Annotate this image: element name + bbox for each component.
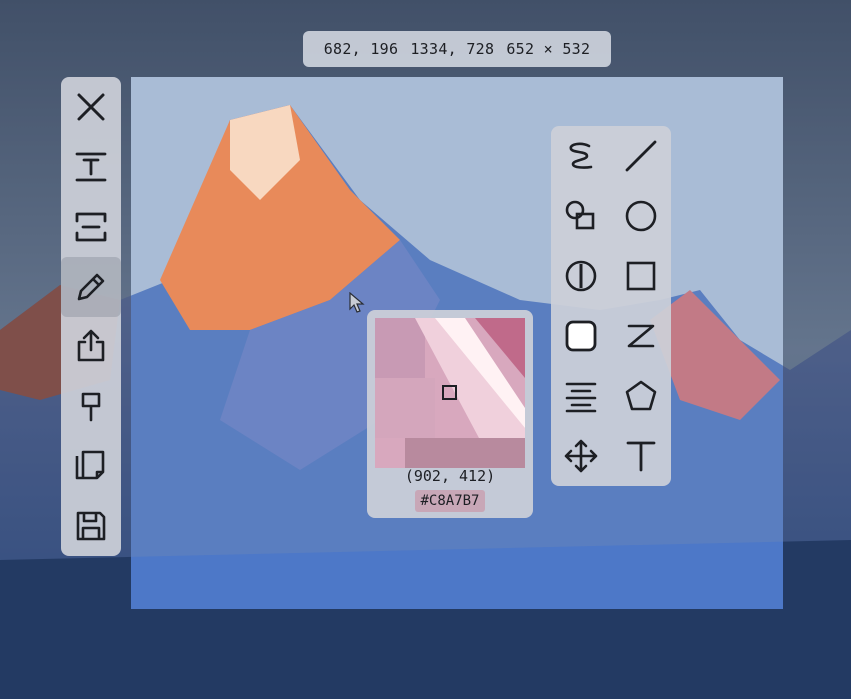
shapes-panel xyxy=(551,126,671,486)
text-tool[interactable] xyxy=(611,426,671,486)
filled-rectangle-tool[interactable] xyxy=(551,306,611,366)
pen-button[interactable] xyxy=(61,256,121,317)
text-align-icon xyxy=(565,382,597,413)
filled-rectangle-icon xyxy=(565,320,597,352)
pin-button[interactable] xyxy=(61,376,121,436)
text-icon xyxy=(626,441,656,472)
selection-info-bar: 682, 196 1334, 728 652 × 532 xyxy=(303,31,611,67)
shapes-icon xyxy=(565,200,595,230)
pixel-hex-color[interactable]: #C8A7B7 xyxy=(415,490,485,512)
save-button[interactable] xyxy=(61,496,121,556)
shapes-tool[interactable] xyxy=(551,186,611,246)
text-align-tool[interactable] xyxy=(551,366,611,426)
text-height-button[interactable] xyxy=(61,137,121,197)
pixel-coordinate: (902, 412) xyxy=(404,467,496,485)
highlight-icon xyxy=(565,260,597,292)
polygon-tool[interactable] xyxy=(611,366,671,426)
copy-button[interactable] xyxy=(61,436,121,496)
share-button[interactable] xyxy=(61,317,121,377)
line-tool[interactable] xyxy=(611,126,671,186)
circle-icon xyxy=(625,200,657,232)
zoom-preview xyxy=(375,318,525,468)
polygon-icon xyxy=(625,380,657,411)
selection-end: 1334, 728 xyxy=(410,40,495,58)
zigzag-icon xyxy=(627,324,655,348)
freehand-icon xyxy=(569,142,593,169)
magnifier-panel: (902, 412) #C8A7B7 xyxy=(367,310,533,518)
close-icon xyxy=(77,93,105,121)
freehand-tool[interactable] xyxy=(551,126,611,186)
move-icon xyxy=(564,439,598,473)
circle-tool[interactable] xyxy=(611,186,671,246)
pin-icon xyxy=(81,393,101,422)
highlight-tool[interactable] xyxy=(551,246,611,306)
save-icon xyxy=(76,511,106,541)
pencil-icon xyxy=(77,273,105,300)
selection-start: 682, 196 xyxy=(323,40,399,58)
rectangle-icon xyxy=(626,261,656,291)
rectangle-tool[interactable] xyxy=(611,246,671,306)
selection-size: 652 × 532 xyxy=(506,40,591,58)
mouse-cursor-icon xyxy=(349,292,365,313)
share-icon xyxy=(77,330,105,362)
zigzag-tool[interactable] xyxy=(611,306,671,366)
main-toolbar xyxy=(61,77,121,556)
copy-icon xyxy=(75,450,105,480)
move-tool[interactable] xyxy=(551,426,611,486)
line-icon xyxy=(625,140,657,172)
close-button[interactable] xyxy=(61,77,121,137)
scroll-capture-button[interactable] xyxy=(61,197,121,257)
scroll-capture-icon xyxy=(75,212,107,242)
text-height-icon xyxy=(75,152,107,182)
